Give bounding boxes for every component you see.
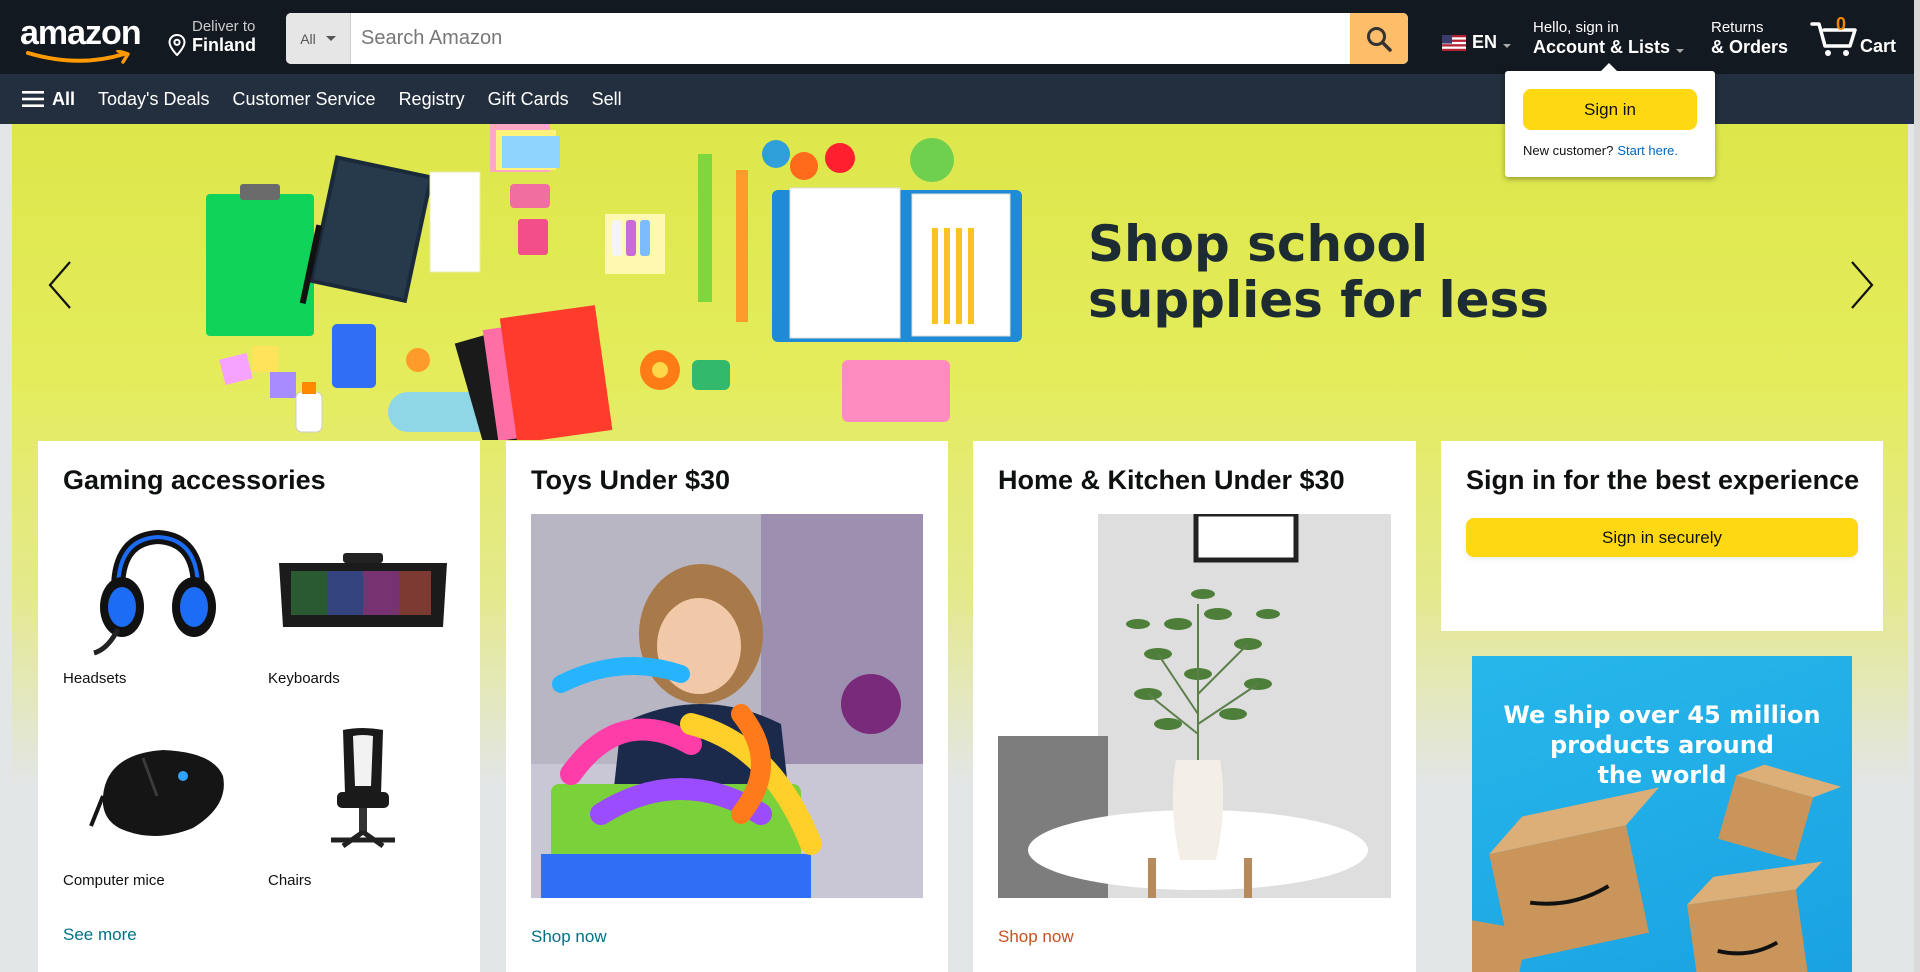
- search-button[interactable]: [1350, 13, 1408, 64]
- account-label: Account & Lists: [1533, 37, 1671, 57]
- new-customer-text: New customer? Start here.: [1523, 143, 1678, 158]
- search-bar: All: [286, 13, 1408, 64]
- nav-registry[interactable]: Registry: [399, 89, 465, 110]
- signin-flyout: Sign in New customer? Start here.: [1505, 63, 1715, 177]
- cart-icon: [1810, 22, 1857, 56]
- chair-image: [268, 718, 458, 864]
- chevron-down-icon: [1676, 48, 1685, 53]
- home-kitchen-card: Home & Kitchen Under $30 Shop now: [973, 441, 1416, 972]
- signin-card: Sign in for the best experience Sign in …: [1441, 441, 1883, 631]
- keyboard-image: [268, 516, 458, 662]
- deliver-label: Deliver to: [192, 18, 256, 35]
- card-title: Gaming accessories: [63, 465, 326, 495]
- returns-label: Returns: [1711, 19, 1764, 36]
- new-customer-label: New customer?: [1523, 143, 1614, 158]
- start-here-link[interactable]: Start here.: [1617, 143, 1678, 158]
- cart-count: 0: [1836, 14, 1847, 34]
- language-code: EN: [1472, 32, 1498, 52]
- hero-title: Shop school supplies for less: [1088, 215, 1550, 329]
- school-supplies-image: [206, 124, 1022, 440]
- see-more-link[interactable]: See more: [63, 925, 137, 945]
- toy-product-image[interactable]: [531, 514, 923, 898]
- nav-todays-deals[interactable]: Today's Deals: [98, 89, 210, 110]
- nav-belt: amazon Deliver to Finland All Search Ama…: [0, 0, 1920, 74]
- shipping-boxes-image: [1472, 764, 1842, 972]
- chevron-right-icon: [1851, 261, 1874, 309]
- card-title: Toys Under $30: [531, 465, 731, 495]
- grid-item-caption: Computer mice: [63, 872, 165, 889]
- search-category-label: All: [300, 30, 316, 47]
- search-category-dropdown[interactable]: All: [286, 13, 351, 64]
- nav-customer-service[interactable]: Customer Service: [233, 89, 376, 110]
- flyout-signin-button[interactable]: Sign in: [1523, 89, 1697, 130]
- chevron-left-icon: [48, 261, 71, 309]
- chevron-down-icon: [325, 36, 336, 41]
- all-menu-button[interactable]: All: [22, 89, 75, 110]
- account-menu[interactable]: Hello, sign in Account & Lists: [1533, 19, 1685, 58]
- returns-orders[interactable]: Returns & Orders: [1711, 19, 1788, 58]
- hero-left-margin: [0, 124, 12, 972]
- all-label: All: [52, 88, 76, 109]
- grid-item-caption: Keyboards: [268, 670, 340, 687]
- hamburger-menu-icon: [22, 91, 44, 107]
- mouse-image: [63, 718, 253, 864]
- carousel-prev-button[interactable]: [40, 255, 80, 315]
- shop-now-link[interactable]: Shop now: [531, 927, 607, 947]
- search-icon: [1367, 26, 1392, 52]
- signin-securely-button[interactable]: Sign in securely: [1466, 518, 1858, 557]
- toys-card: Toys Under $30 Shop now: [506, 441, 948, 972]
- page-scrollbar[interactable]: [1914, 0, 1920, 972]
- grid-item-headsets[interactable]: Headsets: [63, 516, 253, 687]
- carousel-next-button[interactable]: [1842, 255, 1882, 315]
- location-pin-icon: [168, 34, 186, 56]
- home-product-image[interactable]: [998, 514, 1391, 898]
- grid-item-caption: Headsets: [63, 670, 127, 687]
- logo-text: amazon: [20, 14, 142, 52]
- orders-label: & Orders: [1711, 37, 1789, 57]
- gaming-accessories-card: Gaming accessories Headsets Keyboards Co…: [38, 441, 480, 972]
- cart-label: Cart: [1860, 36, 1897, 56]
- card-title: Sign in for the best experience: [1466, 465, 1860, 495]
- grid-item-keyboards[interactable]: Keyboards: [268, 516, 458, 687]
- amazon-logo[interactable]: amazon: [20, 14, 150, 64]
- cart-button[interactable]: 0 Cart: [1810, 14, 1910, 60]
- nav-gift-cards[interactable]: Gift Cards: [488, 89, 569, 110]
- shop-now-link[interactable]: Shop now: [998, 927, 1074, 947]
- logo-smile-icon: [26, 50, 130, 64]
- deliver-location: Finland: [192, 35, 256, 55]
- grid-item-computer-mice[interactable]: Computer mice: [63, 718, 253, 889]
- account-greeting: Hello, sign in: [1533, 19, 1619, 36]
- shipping-ad[interactable]: We ship over 45 million products around …: [1472, 656, 1852, 972]
- chevron-down-icon: [1503, 43, 1512, 48]
- grid-item-chairs[interactable]: Chairs: [268, 718, 458, 889]
- search-input[interactable]: [351, 13, 1350, 64]
- card-title: Home & Kitchen Under $30: [998, 465, 1345, 495]
- grid-item-caption: Chairs: [268, 872, 312, 889]
- us-flag-icon: [1442, 34, 1466, 51]
- headset-image: [63, 516, 253, 662]
- language-selector[interactable]: EN: [1442, 32, 1512, 53]
- nav-sell[interactable]: Sell: [592, 89, 622, 110]
